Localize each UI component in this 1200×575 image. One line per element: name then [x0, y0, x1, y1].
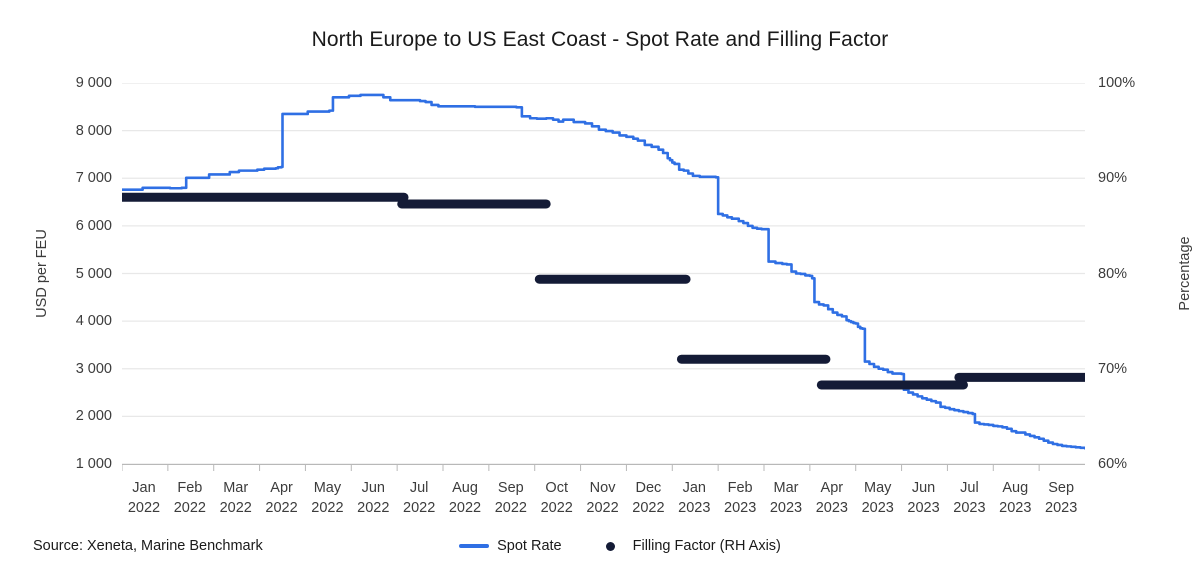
- x-axis-tick-label: Jan 2023: [678, 480, 711, 516]
- y-axis-tick-label: 4 000: [75, 313, 112, 330]
- legend-item-spot-rate[interactable]: Spot Rate: [459, 538, 562, 554]
- x-axis-tick-label: May 2023: [861, 480, 894, 516]
- secondary-y-axis-tick-label: 60%: [1098, 456, 1128, 472]
- x-axis-tick-label: Jul 2023: [953, 480, 986, 516]
- source-note: Source: Xeneta, Marine Benchmark: [33, 538, 263, 554]
- legend-item-filling-factor[interactable]: Filling Factor (RH Axis): [596, 538, 781, 554]
- x-axis-tick-label: Jun 2022: [357, 480, 390, 516]
- spot-rate-line: [122, 95, 1085, 448]
- y-axis-tick-label: 9 000: [75, 75, 112, 91]
- secondary-y-axis-tick-labels: 100% 90% 80% 70% 60%: [1098, 75, 1168, 472]
- x-axis-tick-label: Mar 2023: [769, 480, 803, 516]
- x-axis-tick-label: Feb 2023: [724, 480, 757, 516]
- series-layer: [122, 83, 1085, 464]
- secondary-y-axis-tick-label: 100%: [1098, 75, 1136, 91]
- x-axis-tick-label: Apr 2023: [815, 480, 848, 516]
- x-axis-tick-label: Oct 2022: [540, 480, 573, 516]
- x-axis-tick-label: Jun 2023: [907, 480, 940, 516]
- x-axis-tick-labels: Jan 2022 Feb 2022 Mar 2022 Apr 2022 May 2022 Jun 20…: [122, 478, 1085, 524]
- y-axis-tick-label: 8 000: [75, 122, 112, 139]
- secondary-y-axis-tick-label: 70%: [1098, 360, 1128, 377]
- chart-legend: Spot Rate Filling Factor (RH Axis): [410, 534, 830, 558]
- y-axis-tick-label: 6 000: [75, 217, 112, 234]
- y-axis-tick-label: 5 000: [75, 265, 112, 282]
- x-axis-tick-label: Sep 2022: [494, 480, 527, 516]
- y-axis-tick-label: 7 000: [75, 170, 112, 187]
- legend-label-filling-factor: Filling Factor (RH Axis): [632, 538, 781, 554]
- y-axis-tick-label: 2 000: [75, 408, 112, 425]
- x-axis-tick-label: Sep 2023: [1045, 480, 1078, 516]
- x-axis-tick-label: Mar 2022: [219, 480, 252, 516]
- secondary-y-axis-tick-label: 80%: [1098, 265, 1128, 282]
- x-axis-tick-label: Jul 2022: [403, 480, 436, 516]
- chart-title: North Europe to US East Coast - Spot Rat…: [311, 28, 889, 51]
- secondary-y-axis-tick-label: 90%: [1098, 170, 1128, 187]
- x-axis-tick-label: May 2022: [311, 480, 344, 516]
- x-axis-tick-label: Feb 2022: [173, 480, 206, 516]
- x-axis-tick-label: Nov 2022: [586, 480, 619, 516]
- line-swatch-icon: [459, 544, 490, 548]
- y-axis-tick-labels: 9 000 8 000 7 000 6 000 5 000 4 000 3 000 2 000…: [42, 75, 112, 472]
- dot-swatch-icon: [605, 541, 615, 551]
- secondary-y-axis-title: Percentage: [1177, 236, 1193, 311]
- x-axis-tick-label: Aug 2023: [999, 480, 1032, 516]
- x-axis-tick-label: Jan 2022: [127, 480, 161, 516]
- y-axis-tick-label: 3 000: [75, 360, 112, 377]
- plot-area: [122, 83, 1085, 464]
- y-axis-tick-label: 1 000: [75, 456, 112, 472]
- legend-label-spot-rate: Spot Rate: [497, 538, 562, 554]
- chart-container: North Europe to US East Coast - Spot Rat…: [0, 0, 1200, 575]
- x-axis-tick-label: Aug 2022: [448, 480, 482, 516]
- x-axis-tick-label: Dec 2022: [632, 480, 665, 516]
- x-axis-tick-label: Apr 2022: [265, 480, 298, 516]
- y-axis-title: USD per FEU: [34, 229, 50, 318]
- x-axis-tick-marks: [122, 464, 1085, 478]
